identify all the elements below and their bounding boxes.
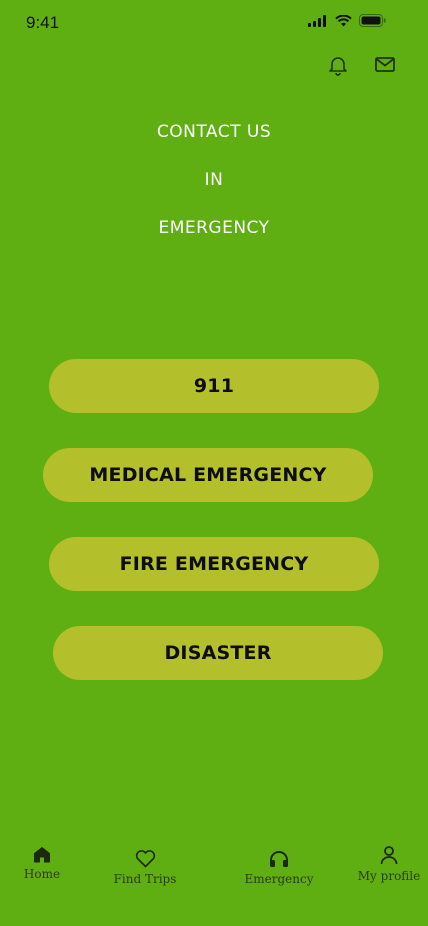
title-line-3: EMERGENCY [158, 218, 270, 238]
battery-icon [359, 14, 386, 27]
nav-my-profile-label: My profile [357, 869, 421, 883]
mail-icon [375, 57, 395, 72]
heart-icon [135, 850, 155, 868]
notifications-button[interactable] [327, 54, 349, 76]
person-icon [380, 846, 398, 865]
medical-emergency-button[interactable]: MEDICAL EMERGENCY [43, 448, 373, 502]
nav-home[interactable]: Home [20, 846, 64, 881]
status-icons [308, 14, 386, 27]
wifi-icon [335, 14, 352, 26]
title-line-2: IN [204, 170, 224, 190]
title-line-1: CONTACT US [156, 122, 272, 142]
nav-find-trips-label: Find Trips [113, 872, 177, 886]
status-time: 9:41 [26, 13, 60, 32]
signal-icon [308, 14, 326, 27]
call-911-button[interactable]: 911 [49, 359, 379, 413]
nav-home-label: Home [23, 867, 61, 881]
home-icon [34, 847, 50, 863]
nav-emergency-label: Emergency [244, 872, 314, 886]
headphones-icon [270, 851, 288, 867]
fire-emergency-button[interactable]: FIRE EMERGENCY [49, 537, 379, 591]
nav-find-trips[interactable]: Find Trips [112, 850, 178, 886]
disaster-button[interactable]: DISASTER [53, 626, 383, 680]
bell-icon [329, 57, 347, 76]
nav-my-profile[interactable]: My profile [357, 845, 421, 883]
nav-emergency[interactable]: Emergency [244, 850, 314, 886]
messages-button[interactable] [374, 55, 396, 75]
